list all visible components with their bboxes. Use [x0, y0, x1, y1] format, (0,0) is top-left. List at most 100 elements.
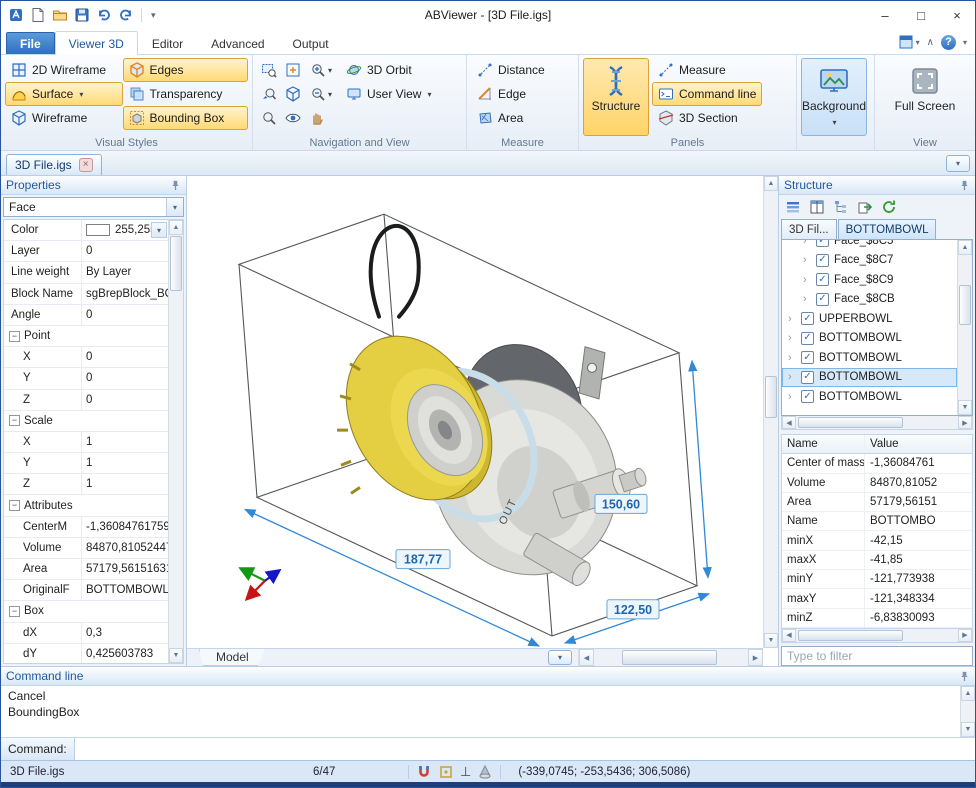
tree-item[interactable]: ›✓BOTTOMBOWL	[782, 368, 957, 388]
button-transparency[interactable]: Transparency	[123, 82, 248, 106]
structure-tab-file[interactable]: 3D Fil...	[781, 219, 837, 239]
chevron-right-icon[interactable]: ›	[788, 391, 796, 403]
scroll-thumb[interactable]	[798, 417, 903, 428]
button-area[interactable]: Area	[471, 106, 574, 130]
scroll-up-icon[interactable]: ▲	[958, 240, 972, 255]
chevron-right-icon[interactable]: ›	[788, 332, 796, 344]
property-table-row[interactable]: Center of mass-1,36084761	[782, 454, 972, 473]
scroll-right-icon[interactable]: ▶	[958, 416, 972, 429]
button-full-screen[interactable]: Full Screen	[892, 58, 958, 136]
tree-item[interactable]: ›✓BOTTOMBOWL	[782, 329, 957, 349]
save-button[interactable]	[72, 5, 92, 25]
chevron-right-icon[interactable]: ›	[788, 352, 796, 364]
scroll-left-icon[interactable]: ◀	[579, 649, 594, 666]
properties-scrollbar[interactable]: ▲ ▼	[168, 220, 183, 663]
chevron-right-icon[interactable]: ›	[788, 371, 796, 383]
checkbox-checked-icon[interactable]: ✓	[816, 254, 829, 267]
tree-vertical-scrollbar[interactable]: ▲ ▼	[957, 240, 972, 415]
help-caret-icon[interactable]: ▾	[963, 38, 967, 47]
property-row[interactable]: X0	[4, 347, 168, 368]
button-measure-panel[interactable]: Measure	[652, 58, 762, 82]
previous-view-button[interactable]	[257, 83, 281, 105]
pin-icon[interactable]	[959, 180, 970, 191]
button-surface[interactable]: Surface▾	[5, 82, 123, 106]
tab-viewer-3d[interactable]: Viewer 3D	[55, 31, 138, 55]
scroll-right-icon[interactable]: ▶	[958, 629, 972, 642]
ucs-cone-icon[interactable]	[477, 764, 493, 780]
chevron-right-icon[interactable]: ›	[788, 313, 796, 325]
filter-input[interactable]	[781, 646, 973, 666]
collapse-ribbon-button[interactable]: ∧	[927, 37, 934, 48]
tree-item[interactable]: ›✓Face_$8C9	[782, 270, 957, 290]
tab-output[interactable]: Output	[279, 32, 343, 54]
tab-list-menu-button[interactable]: ▾	[946, 155, 970, 172]
object-snap-magnet-icon[interactable]	[416, 764, 432, 780]
dropdown-arrow-icon[interactable]: ▾	[151, 222, 167, 238]
table-horizontal-scrollbar[interactable]: ◀ ▶	[781, 629, 973, 643]
scroll-thumb[interactable]	[170, 236, 182, 291]
button-edge[interactable]: Edge	[471, 82, 574, 106]
column-header-name[interactable]: Name	[782, 438, 864, 450]
scroll-down-icon[interactable]: ▼	[961, 722, 975, 737]
pan-button[interactable]	[305, 107, 329, 129]
collapse-icon[interactable]: −	[9, 331, 20, 342]
command-input[interactable]	[75, 738, 975, 760]
tab-editor[interactable]: Editor	[138, 32, 197, 54]
checkbox-checked-icon[interactable]: ✓	[801, 371, 814, 384]
zoom-window-button[interactable]	[257, 59, 281, 81]
checkbox-checked-icon[interactable]: ✓	[801, 390, 814, 403]
property-table-row[interactable]: NameBOTTOMBO	[782, 512, 972, 531]
3d-viewport[interactable]: OUT 187,77 122,50	[187, 176, 778, 666]
zoom-button[interactable]	[257, 107, 281, 129]
snap-marker-icon[interactable]	[438, 764, 454, 780]
checkbox-checked-icon[interactable]: ✓	[816, 273, 829, 286]
checkbox-checked-icon[interactable]: ✓	[801, 312, 814, 325]
checkbox-checked-icon[interactable]: ✓	[816, 240, 829, 247]
maximize-button[interactable]: □	[903, 2, 939, 28]
property-category-row[interactable]: −Attributes	[4, 495, 168, 516]
tab-advanced[interactable]: Advanced	[197, 32, 278, 54]
viewport-vertical-scrollbar[interactable]: ▲ ▼	[763, 176, 778, 648]
scroll-up-icon[interactable]: ▲	[961, 686, 975, 701]
chevron-right-icon[interactable]: ›	[803, 274, 811, 286]
button-command-line-panel[interactable]: Command line	[652, 82, 762, 106]
tree-item[interactable]: ›✓Face_$8CB	[782, 290, 957, 310]
pin-icon[interactable]	[170, 180, 181, 191]
columns-view-button[interactable]	[808, 198, 826, 216]
property-row[interactable]: Volume84870,81052447	[4, 538, 168, 559]
checkbox-checked-icon[interactable]: ✓	[801, 351, 814, 364]
quick-access-caret-icon[interactable]: ▾	[147, 10, 160, 21]
property-row[interactable]: dX0,3	[4, 623, 168, 644]
3d-scene[interactable]: OUT 187,77 122,50	[187, 176, 763, 648]
property-row[interactable]: OriginalFBOTTOMBOWL	[4, 580, 168, 601]
app-icon[interactable]	[6, 5, 26, 25]
button-wireframe[interactable]: Wireframe	[5, 106, 123, 130]
scroll-thumb[interactable]	[765, 376, 777, 418]
button-3d-section[interactable]: 3D Section	[652, 106, 762, 130]
layout-menu-button[interactable]: ▾	[548, 650, 572, 665]
entity-type-select[interactable]: Face ▾	[3, 197, 184, 217]
property-table-row[interactable]: minX-42,15	[782, 531, 972, 550]
property-row[interactable]: CenterM-1,36084761759	[4, 517, 168, 538]
minimize-button[interactable]: –	[867, 2, 903, 28]
button-structure-panel[interactable]: Structure	[583, 58, 649, 136]
tree-horizontal-scrollbar[interactable]: ◀ ▶	[781, 416, 973, 430]
property-row[interactable]: Y0	[4, 368, 168, 389]
refresh-button[interactable]	[880, 198, 898, 216]
column-header-value[interactable]: Value	[864, 435, 972, 453]
collapse-icon[interactable]: −	[9, 500, 20, 511]
collapse-icon[interactable]: −	[9, 415, 20, 426]
dropdown-arrow-icon[interactable]: ▾	[166, 198, 183, 216]
scroll-left-icon[interactable]: ◀	[782, 629, 796, 642]
tree-item[interactable]: ›✓BOTTOMBOWL	[782, 387, 957, 407]
list-view-button[interactable]	[784, 198, 802, 216]
property-table-row[interactable]: minY-121,773938	[782, 570, 972, 589]
command-history-scrollbar[interactable]: ▲ ▼	[960, 686, 975, 737]
scroll-thumb[interactable]	[622, 650, 717, 665]
scroll-left-icon[interactable]: ◀	[782, 416, 796, 429]
property-category-row[interactable]: −Scale	[4, 411, 168, 432]
collapse-icon[interactable]: −	[9, 606, 20, 617]
button-user-view[interactable]: User View▾	[340, 82, 437, 106]
checkbox-checked-icon[interactable]: ✓	[801, 332, 814, 345]
zoom-scale-button[interactable]	[281, 83, 305, 105]
